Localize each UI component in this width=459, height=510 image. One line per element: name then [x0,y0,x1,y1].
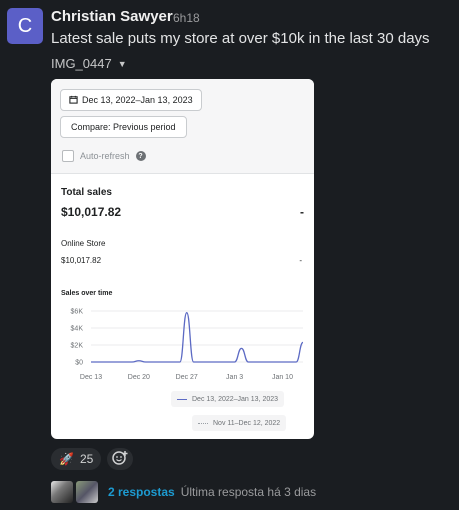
legend-current-swatch [177,398,187,400]
online-store-label: Online Store [61,239,106,248]
user-avatar[interactable]: C [7,8,43,44]
online-store-change: - [299,256,302,265]
series-line [91,312,304,363]
rocket-icon: 🚀 [59,452,74,466]
reaction-rocket[interactable]: 🚀 25 [51,448,102,470]
compare-label: Compare: Previous period [71,122,176,132]
message-text: Latest sale puts my store at over $10k i… [51,30,430,47]
legend-previous: Nov 11–Dec 12, 2022 [192,415,287,431]
legend-previous-swatch [198,422,208,424]
x-tick-label: Dec 20 [128,374,150,381]
auto-refresh: Auto-refresh ? [62,150,146,162]
auto-refresh-checkbox [62,150,74,162]
chevron-down-icon: ▼ [117,58,127,69]
legend-current-label: Dec 13, 2022–Jan 13, 2023 [192,395,279,403]
reply-avatar-1 [51,481,73,503]
legend-current: Dec 13, 2022–Jan 13, 2023 [171,391,285,407]
date-range-button: Dec 13, 2022–Jan 13, 2023 [60,89,202,111]
last-reply-text: Última resposta há 3 dias [180,485,317,499]
online-store-value: $10,017.82 [61,256,102,265]
sales-line-chart: $6K $4K $2K $0 Dec 13 Dec 20 Dec 27 Jan 3 Jan 10 [71,309,304,381]
auto-refresh-label: Auto-refresh [80,151,130,161]
add-reaction-button[interactable] [107,448,134,470]
x-tick-label: Dec 13 [80,374,102,381]
total-sales-label: Total sales [61,187,112,198]
compare-button: Compare: Previous period [60,116,187,138]
calendar-icon [69,95,78,106]
add-emoji-icon [111,449,129,470]
y-tick-label: $2K [71,343,84,350]
x-tick-label: Dec 27 [176,374,198,381]
attachment-image[interactable]: Dec 13, 2022–Jan 13, 2023 Compare: Previ… [51,79,314,439]
filter-bar: Dec 13, 2022–Jan 13, 2023 Compare: Previ… [51,79,314,174]
reply-avatar-2 [76,481,98,503]
x-tick-label: Jan 10 [272,374,293,381]
chart-title: Sales over time [61,290,113,297]
x-tick-label: Jan 3 [226,374,243,381]
total-sales-change: - [300,205,304,219]
thread-summary[interactable]: 2 respostas Última resposta há 3 dias [51,481,316,503]
attachment-name: IMG_0447 [51,56,112,71]
message-timestamp[interactable]: 6h18 [173,11,200,25]
y-tick-label: $4K [71,326,84,333]
replies-link[interactable]: 2 respostas [108,485,175,499]
date-range-label: Dec 13, 2022–Jan 13, 2023 [82,95,193,105]
reaction-count: 25 [79,452,94,466]
y-tick-label: $6K [71,309,84,316]
legend-previous-label: Nov 11–Dec 12, 2022 [213,419,281,427]
attachment-toggle[interactable]: IMG_0447 ▼ [51,56,127,71]
help-icon: ? [135,151,146,161]
author-name[interactable]: Christian Sawyer [51,8,173,25]
total-sales-value: $10,017.82 [61,205,122,219]
y-tick-label: $0 [75,360,83,367]
reactions-bar: 🚀 25 [51,448,134,470]
